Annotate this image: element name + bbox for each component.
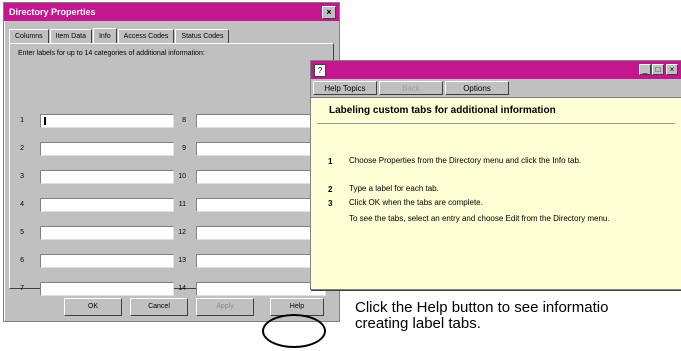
step-text-3: Click OK when the tabs are complete. — [349, 198, 483, 207]
label-field-3[interactable] — [40, 170, 174, 184]
help-window: ? _ □ × Help Topics Back Options Labelin… — [310, 60, 681, 290]
tab-strip: Columns Item Data Info Access Codes Stat… — [9, 27, 230, 44]
label-field-2[interactable] — [40, 142, 174, 156]
step-number-1: 1 — [328, 157, 333, 166]
step-text-1: Choose Properties from the Directory men… — [349, 156, 582, 165]
step-number-2: 2 — [328, 185, 333, 194]
label-field-9[interactable] — [196, 142, 326, 156]
options-button[interactable]: Options — [445, 81, 509, 95]
row-number-13: 13 — [178, 257, 186, 264]
instruction-text: Enter labels for up to 14 categories of … — [18, 50, 205, 57]
step-text-2: Type a label for each tab. — [349, 184, 439, 193]
help-topics-button[interactable]: Help Topics — [313, 81, 377, 95]
label-field-13[interactable] — [196, 254, 326, 268]
row-number-12: 12 — [178, 229, 186, 236]
label-field-1[interactable] — [40, 114, 174, 128]
help-note: To see the tabs, select an entry and cho… — [349, 214, 610, 223]
label-field-10[interactable] — [196, 170, 326, 184]
ok-button[interactable]: OK — [64, 298, 122, 316]
help-topic-heading: Labeling custom tabs for additional info… — [329, 105, 556, 116]
step-number-3: 3 — [328, 199, 333, 208]
cancel-button[interactable]: Cancel — [130, 298, 188, 316]
row-number-1: 1 — [20, 117, 24, 124]
apply-button[interactable]: Apply — [196, 298, 254, 316]
label-field-8[interactable] — [196, 114, 326, 128]
directory-properties-dialog: Directory Properties × Columns Item Data… — [3, 2, 340, 322]
tab-info[interactable]: Info — [92, 28, 117, 44]
tab-columns[interactable]: Columns — [9, 29, 49, 43]
row-number-8: 8 — [182, 117, 186, 124]
row-number-3: 3 — [20, 173, 24, 180]
label-field-11[interactable] — [196, 198, 326, 212]
dialog-title: Directory Properties — [9, 7, 96, 17]
row-number-5: 5 — [20, 229, 24, 236]
label-field-14[interactable] — [196, 282, 326, 296]
label-field-4[interactable] — [40, 198, 174, 212]
back-button[interactable]: Back — [379, 81, 443, 95]
label-field-6[interactable] — [40, 254, 174, 268]
maximize-icon[interactable]: □ — [652, 64, 664, 75]
label-field-5[interactable] — [40, 226, 174, 240]
info-tab-panel: Enter labels for up to 14 categories of … — [9, 43, 334, 296]
row-number-11: 11 — [178, 201, 186, 208]
tab-status-codes[interactable]: Status Codes — [175, 29, 230, 43]
label-field-12[interactable] — [196, 226, 326, 240]
caption-line-1: Click the Help button to see informatio — [355, 299, 609, 316]
tab-access-codes[interactable]: Access Codes — [117, 29, 175, 43]
caption: Click the Help button to see informatio … — [355, 300, 608, 332]
row-number-2: 2 — [20, 145, 24, 152]
close-icon[interactable]: × — [666, 64, 678, 75]
row-number-6: 6 — [20, 257, 24, 264]
row-number-7: 7 — [20, 285, 24, 292]
tab-item-data[interactable]: Item Data — [49, 29, 92, 43]
caption-line-2: creating label tabs. — [355, 315, 481, 332]
row-number-4: 4 — [20, 201, 24, 208]
row-number-10: 10 — [178, 173, 186, 180]
heading-divider — [317, 123, 675, 124]
help-title-bar: ? _ □ × — [311, 61, 681, 79]
close-icon[interactable]: × — [322, 6, 336, 19]
label-field-7[interactable] — [40, 282, 174, 296]
text-caret — [44, 117, 46, 125]
help-button-highlight-ring — [262, 314, 326, 348]
help-toolbar: Help Topics Back Options — [311, 79, 681, 98]
help-question-icon: ? — [314, 64, 326, 77]
row-number-9: 9 — [182, 145, 186, 152]
row-number-14: 14 — [178, 285, 186, 292]
minimize-icon[interactable]: _ — [639, 64, 651, 75]
dialog-title-bar: Directory Properties × — [4, 3, 339, 21]
